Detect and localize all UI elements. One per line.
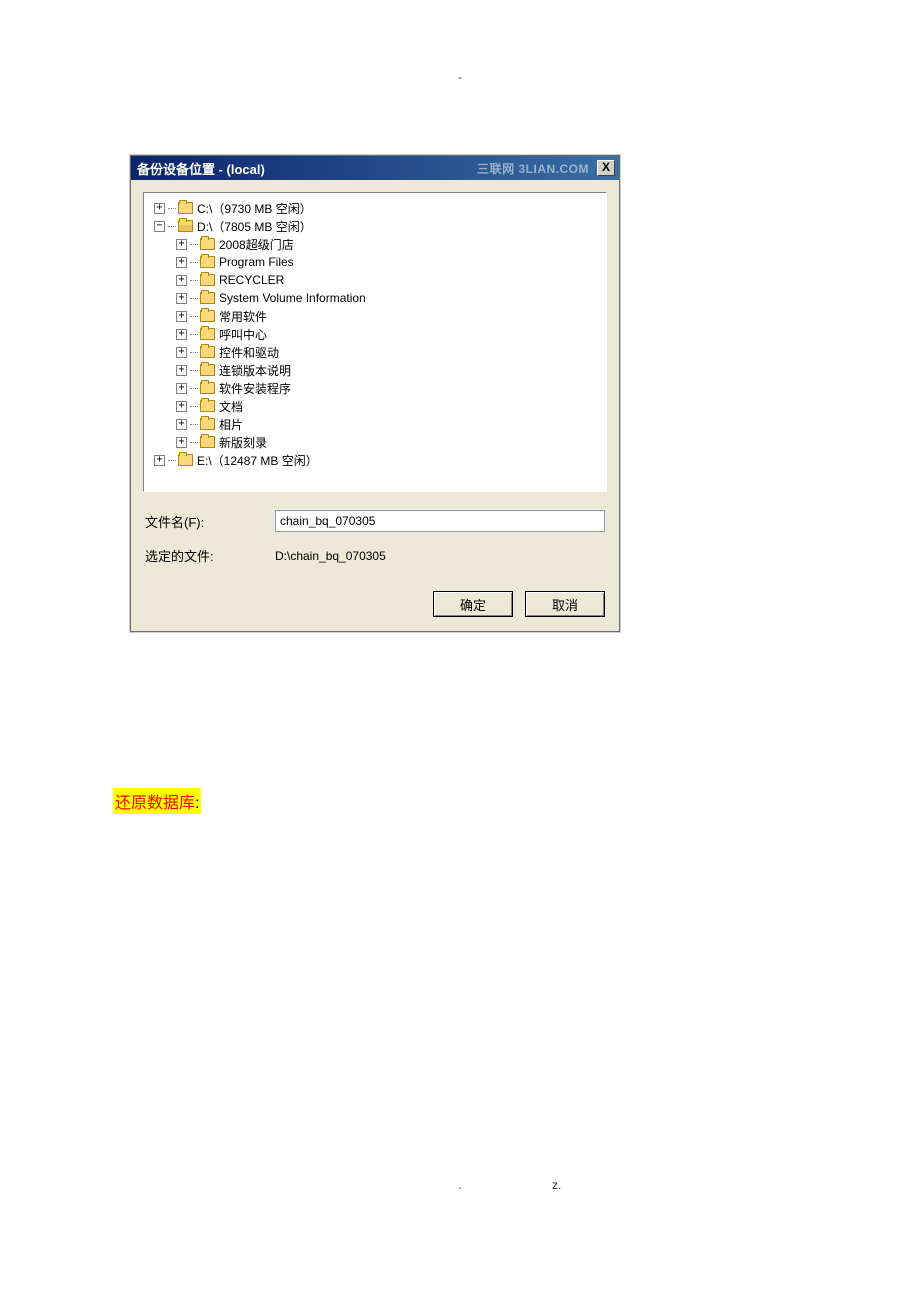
collapse-icon[interactable]: − (154, 221, 165, 232)
backup-location-dialog: 备份设备位置 - (local) 三联网 3LIAN.COM X + C:\（9… (130, 155, 620, 632)
tree-node-label: RECYCLER (219, 273, 284, 287)
expand-icon[interactable]: + (176, 419, 187, 430)
form-area: 文件名(F): 选定的文件: D:\chain_bq_070305 确定 取消 (131, 500, 619, 631)
header-dash: - (458, 70, 462, 84)
tree-node[interactable]: + 相片 (148, 415, 602, 433)
titlebar-text: 备份设备位置 - (local) (137, 159, 265, 178)
expand-icon[interactable]: + (176, 275, 187, 286)
folder-icon (200, 274, 215, 286)
folder-open-icon (178, 220, 193, 232)
tree-node-label: 常用软件 (219, 308, 267, 325)
folder-icon (200, 292, 215, 304)
tree-node[interactable]: + 呼叫中心 (148, 325, 602, 343)
tree-node[interactable]: + 文档 (148, 397, 602, 415)
tree-node[interactable]: + 控件和驱动 (148, 343, 602, 361)
annotation-text: 还原数据库 (115, 795, 195, 812)
tree-node-e-drive[interactable]: + E:\（12487 MB 空闲） (148, 451, 602, 469)
tree-node-label: C:\（9730 MB 空闲） (197, 200, 312, 217)
selected-file-path: D:\chain_bq_070305 (275, 549, 386, 563)
tree-node-label: E:\（12487 MB 空闲） (197, 452, 318, 469)
folder-icon (200, 256, 215, 268)
tree-node-label: 新版刻录 (219, 434, 267, 451)
folder-icon (200, 310, 215, 322)
expand-icon[interactable]: + (176, 347, 187, 358)
folder-tree[interactable]: + C:\（9730 MB 空闲） − D:\（7805 MB 空闲） + 20… (143, 192, 607, 492)
folder-icon (200, 400, 215, 412)
tree-node-label: 呼叫中心 (219, 326, 267, 343)
expand-icon[interactable]: + (176, 329, 187, 340)
expand-icon[interactable]: + (176, 293, 187, 304)
tree-node-c-drive[interactable]: + C:\（9730 MB 空闲） (148, 199, 602, 217)
tree-node-label: Program Files (219, 255, 294, 269)
folder-icon (200, 238, 215, 250)
expand-icon[interactable]: + (176, 437, 187, 448)
expand-icon[interactable]: + (176, 311, 187, 322)
tree-node[interactable]: + 连锁版本说明 (148, 361, 602, 379)
expand-icon[interactable]: + (154, 203, 165, 214)
footer-dot: . (0, 1178, 920, 1192)
watermark: 三联网 3LIAN.COM (477, 160, 589, 177)
footer-z: z. (552, 1178, 561, 1192)
tree-node[interactable]: + 软件安装程序 (148, 379, 602, 397)
selected-file-label: 选定的文件: (145, 546, 275, 565)
tree-node-label: D:\（7805 MB 空闲） (197, 218, 312, 235)
restore-db-annotation: 还原数据库: (113, 788, 201, 814)
tree-node-label: 2008超级门店 (219, 236, 294, 253)
folder-icon (200, 382, 215, 394)
cancel-button[interactable]: 取消 (525, 591, 605, 617)
filename-input[interactable] (275, 510, 605, 532)
folder-icon (200, 418, 215, 430)
expand-icon[interactable]: + (176, 401, 187, 412)
tree-node-label: 文档 (219, 398, 243, 415)
folder-icon (200, 436, 215, 448)
filename-label: 文件名(F): (145, 512, 275, 531)
tree-node[interactable]: + System Volume Information (148, 289, 602, 307)
tree-node-label: System Volume Information (219, 291, 366, 305)
expand-icon[interactable]: + (176, 365, 187, 376)
expand-icon[interactable]: + (176, 239, 187, 250)
tree-node-label: 控件和驱动 (219, 344, 279, 361)
expand-icon[interactable]: + (176, 257, 187, 268)
expand-icon[interactable]: + (154, 455, 165, 466)
expand-icon[interactable]: + (176, 383, 187, 394)
annotation-colon: : (195, 795, 199, 812)
tree-node[interactable]: + 常用软件 (148, 307, 602, 325)
tree-node[interactable]: + RECYCLER (148, 271, 602, 289)
folder-icon (178, 454, 193, 466)
tree-node-label: 连锁版本说明 (219, 362, 291, 379)
folder-icon (178, 202, 193, 214)
ok-button[interactable]: 确定 (433, 591, 513, 617)
tree-node[interactable]: + Program Files (148, 253, 602, 271)
folder-icon (200, 364, 215, 376)
tree-node-label: 相片 (219, 416, 243, 433)
tree-node-d-drive[interactable]: − D:\（7805 MB 空闲） (148, 217, 602, 235)
tree-node[interactable]: + 新版刻录 (148, 433, 602, 451)
close-button[interactable]: X (597, 160, 615, 176)
titlebar[interactable]: 备份设备位置 - (local) 三联网 3LIAN.COM X (131, 156, 619, 180)
folder-icon (200, 328, 215, 340)
folder-icon (200, 346, 215, 358)
tree-node[interactable]: + 2008超级门店 (148, 235, 602, 253)
tree-node-label: 软件安装程序 (219, 380, 291, 397)
